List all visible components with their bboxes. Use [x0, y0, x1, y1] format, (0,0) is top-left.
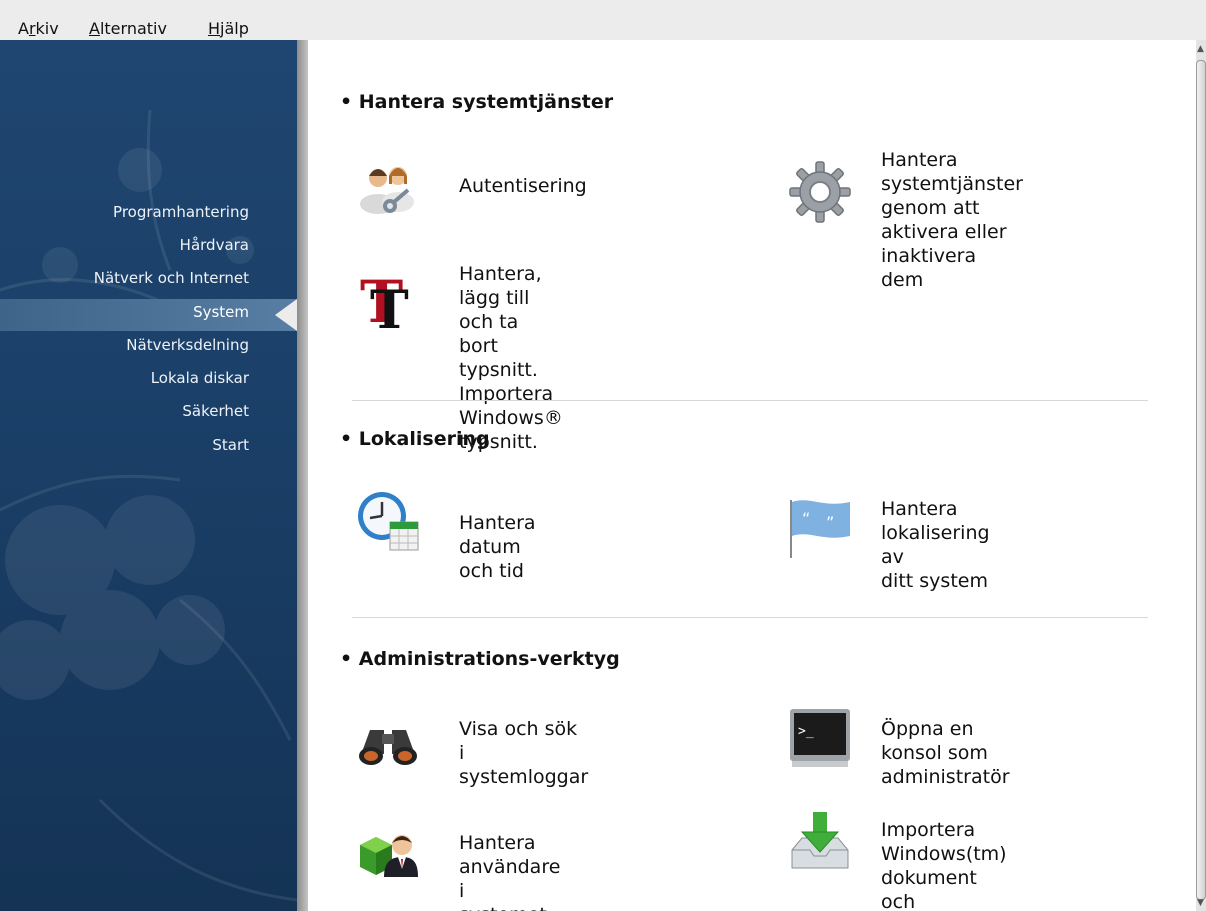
section-title-lokalisering: • Lokalisering — [340, 428, 490, 450]
svg-text:>_: >_ — [798, 724, 814, 739]
main-panel: • Hantera systemtjänster Autentisering H… — [308, 40, 1196, 911]
svg-text:“: “ — [802, 509, 810, 528]
menu-hjalp[interactable]: Hjälp — [208, 19, 249, 39]
label-lokalisering: Hantera lokalisering av ditt system — [881, 498, 990, 592]
section-title-systemtjanster: • Hantera systemtjänster — [340, 91, 614, 113]
label-datum-och-tid: Hantera datum och tid — [459, 512, 536, 582]
sidebar-flower-decoration — [0, 109, 297, 902]
sidebar-item-sakerhet[interactable]: Säkerhet — [182, 401, 249, 421]
section-divider — [352, 400, 1148, 401]
gear-services-icon — [789, 161, 851, 223]
svg-text:T: T — [370, 280, 409, 330]
sidebar-item-start[interactable]: Start — [212, 435, 249, 455]
scrollbar-thumb[interactable] — [1196, 60, 1206, 900]
category-sidebar: Programhantering Hårdvara Nätverk och In… — [0, 40, 297, 911]
label-systemloggar: Visa och sök i systemloggar — [459, 718, 589, 788]
clock-calendar-icon — [358, 492, 419, 551]
svg-text:”: ” — [826, 513, 834, 532]
section-divider — [352, 617, 1148, 618]
label-typsnitt: Hantera, lägg till och ta bort typsnitt.… — [459, 263, 563, 453]
sidebar-item-natverk-och-internet[interactable]: Nätverk och Internet — [94, 268, 249, 288]
label-konsol: Öppna en konsol som administratör — [881, 718, 1010, 788]
vertical-scrollbar[interactable]: ▲ ▼ — [1196, 40, 1206, 911]
menu-alternativ[interactable]: Alternativ — [89, 19, 167, 39]
label-importera-windows: Importera Windows(tm) dokument och instä… — [881, 819, 1007, 911]
fonts-icon: T T — [360, 268, 409, 330]
user-management-icon — [360, 835, 418, 877]
menu-bar: Arkiv Alternativ Hjälp — [0, 0, 1206, 40]
sidebar-item-hardvara[interactable]: Hårdvara — [180, 235, 249, 255]
terminal-console-icon: >_ — [790, 709, 850, 767]
sidebar-item-lokala-diskar[interactable]: Lokala diskar — [151, 368, 249, 388]
authentication-users-icon — [360, 167, 414, 214]
flag-locale-icon: “ ” — [790, 500, 850, 558]
selection-arrow-icon — [275, 299, 297, 331]
label-anvandare: Hantera användare i systemet — [459, 832, 561, 911]
sidebar-item-natverksdelning[interactable]: Nätverksdelning — [126, 335, 249, 355]
sidebar-item-programhantering[interactable]: Programhantering — [113, 202, 249, 222]
label-autentisering: Autentisering — [459, 175, 587, 197]
download-import-icon — [791, 812, 849, 869]
scroll-down-arrow-icon[interactable]: ▼ — [1197, 898, 1204, 908]
sidebar-selection-highlight — [0, 299, 297, 331]
sidebar-splitter[interactable] — [297, 40, 308, 911]
scroll-up-arrow-icon[interactable]: ▲ — [1197, 44, 1204, 54]
label-systemtjanster: Hantera systemtjänster genom att aktiver… — [881, 149, 1023, 291]
binoculars-logs-icon — [359, 730, 417, 765]
menu-arkiv[interactable]: Arkiv — [18, 19, 59, 39]
sidebar-item-system[interactable]: System — [193, 302, 249, 322]
section-title-administrationsverktyg: • Administrations-verktyg — [340, 648, 620, 670]
